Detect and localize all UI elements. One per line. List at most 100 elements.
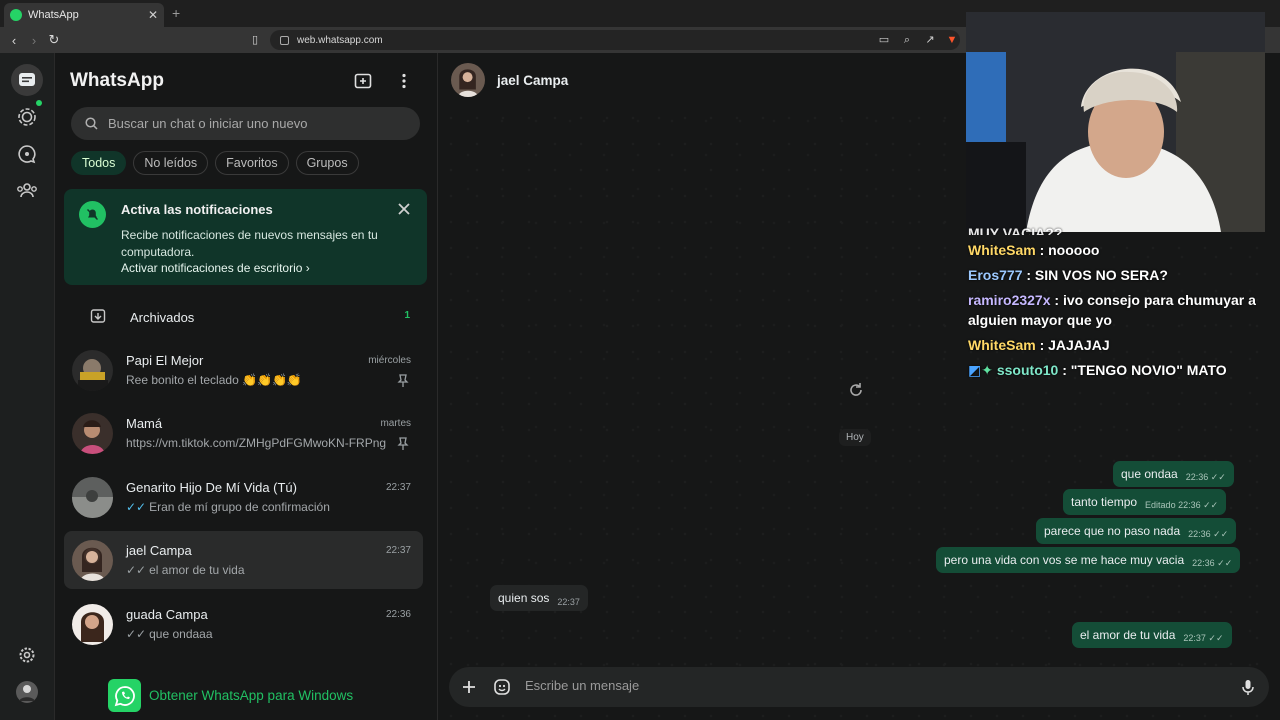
message-meta: 22:37 <box>557 596 580 607</box>
archived-row[interactable]: Archivados 1 <box>55 298 438 336</box>
avatar <box>72 413 113 454</box>
close-tab-icon[interactable]: ✕ <box>148 8 158 22</box>
browser-tab[interactable]: WhatsApp ✕ <box>4 3 164 27</box>
incoming-message[interactable]: quien sos 22:37 <box>490 585 588 611</box>
site-info-icon[interactable] <box>280 35 289 45</box>
get-windows-app-link[interactable]: Obtener WhatsApp para Windows <box>108 679 353 712</box>
new-chat-icon[interactable] <box>354 72 372 90</box>
stream-chat-user: WhiteSam <box>968 242 1036 258</box>
stream-chat-partial: MUY VACIA?? <box>968 225 1063 235</box>
enable-notifications-label: Activar notificaciones de escritorio <box>121 261 303 275</box>
chat-name: guada Campa <box>126 607 208 622</box>
refresh-icon[interactable] <box>848 382 864 398</box>
stream-chat-text: : "TENGO NOVIO" MATO <box>1058 362 1227 378</box>
archive-icon <box>90 309 106 323</box>
cast-icon[interactable]: ▭ <box>878 34 890 46</box>
channels-icon[interactable] <box>16 143 38 165</box>
chat-time: miércoles <box>368 355 411 366</box>
outgoing-message[interactable]: pero una vida con vos se me hace muy vac… <box>936 547 1241 573</box>
chat-name: Genarito Hijo De Mí Vida (Tú) <box>126 480 297 495</box>
chat-row[interactable]: Genarito Hijo De Mí Vida (Tú) 22:37 ✓✓ Er… <box>64 468 423 526</box>
stream-chat-user: WhiteSam <box>968 337 1036 353</box>
pin-icon <box>397 437 409 450</box>
back-icon[interactable]: ‹ <box>4 33 24 48</box>
sparkle-badge-icon: ✦ <box>981 362 993 378</box>
notifications-off-icon <box>79 201 106 228</box>
brave-shield-icon[interactable]: ▼ <box>946 34 958 46</box>
stream-chat-line: WhiteSam : JAJAJAJ <box>968 335 1268 355</box>
outgoing-message[interactable]: parece que no paso nada 22:36 ✓✓ <box>1036 518 1237 544</box>
outgoing-message[interactable]: tanto tiempo Editado 22:36 ✓✓ <box>1063 489 1227 515</box>
chat-preview: ✓✓ el amor de tu vida <box>126 563 386 577</box>
filter-all[interactable]: Todos <box>71 151 127 175</box>
message-meta: 22:37 ✓✓ <box>1183 633 1224 643</box>
close-icon[interactable] <box>396 201 412 217</box>
stream-chat-text: : nooooo <box>1035 242 1100 258</box>
message-text: que ondaa <box>1121 467 1178 481</box>
contact-avatar[interactable] <box>451 63 485 97</box>
chat-name: Mamá <box>126 416 163 431</box>
delivered-ticks-icon: ✓✓ <box>126 563 147 577</box>
outgoing-message[interactable]: el amor de tu vida 22:37 ✓✓ <box>1072 622 1232 648</box>
chat-preview-text: Eran de mí grupo de confirmación <box>149 500 330 514</box>
sub-badge-icon: ◩ <box>968 362 982 378</box>
stream-chat-user: ssouto10 <box>996 362 1059 378</box>
outgoing-message[interactable]: que ondaa 22:36 ✓✓ <box>1113 461 1234 487</box>
chat-row-selected[interactable]: jael Campa 22:37 ✓✓ el amor de tu vida <box>64 531 423 589</box>
stream-chat-line: WhiteSam : nooooo <box>968 240 1268 260</box>
filter-unread[interactable]: No leídos <box>133 151 209 175</box>
chat-filters: Todos No leídos Favoritos Grupos <box>71 151 359 175</box>
whatsapp-favicon-icon <box>10 9 22 21</box>
stream-chat-user: Eros777 <box>968 267 1023 283</box>
message-text: tanto tiempo <box>1071 495 1138 509</box>
chats-icon[interactable] <box>11 64 43 96</box>
url-text: web.whatsapp.com <box>297 34 383 46</box>
chat-preview: ✓✓ que ondaaa <box>126 627 386 641</box>
chat-preview: ✓✓ Eran de mí grupo de confirmación <box>126 500 386 514</box>
avatar <box>72 604 113 645</box>
chat-time: 22:36 <box>385 609 411 620</box>
message-text: parece que no paso nada <box>1044 524 1181 538</box>
message-input[interactable] <box>525 678 1125 693</box>
chevron-right-icon: › <box>305 261 310 275</box>
menu-icon[interactable] <box>395 72 413 90</box>
stream-chat-overlay: MUY VACIA?? WhiteSam : nooooo Eros777 : … <box>968 225 1268 385</box>
message-text: pero una vida con vos se me hace muy vac… <box>944 553 1185 567</box>
get-app-label: Obtener WhatsApp para Windows <box>149 688 354 703</box>
message-meta: 22:36 ✓✓ <box>1192 558 1233 568</box>
stream-chat-text: : JAJAJAJ <box>1035 337 1110 353</box>
reload-icon[interactable]: ↻ <box>44 32 64 48</box>
share-icon[interactable]: ↗ <box>924 34 936 46</box>
chat-row[interactable]: Mamá martes https://vm.tiktok.com/ZMHgPd… <box>64 404 423 462</box>
enable-notifications-link[interactable]: Activar notificaciones de escritorio › <box>121 261 310 275</box>
communities-icon[interactable] <box>16 179 38 201</box>
new-tab-icon[interactable]: + <box>172 5 180 21</box>
app-title: WhatsApp <box>70 70 164 91</box>
chat-list-panel: WhatsApp Todos No leídos Favoritos Grupo… <box>55 53 438 720</box>
settings-icon[interactable] <box>16 644 38 666</box>
microphone-icon[interactable] <box>1239 678 1257 696</box>
search-input[interactable] <box>108 116 408 131</box>
filter-favorites[interactable]: Favoritos <box>215 151 289 175</box>
chat-time: martes <box>380 418 411 429</box>
profile-avatar[interactable] <box>16 681 38 703</box>
notifications-title: Activa las notificaciones <box>121 202 273 217</box>
chat-name: jael Campa <box>126 543 192 558</box>
chat-row[interactable]: guada Campa 22:36 ✓✓ que ondaaa <box>64 595 423 653</box>
notifications-body: Recibe notificaciones de nuevos mensajes… <box>121 228 378 259</box>
bookmark-icon[interactable]: ▯ <box>249 34 261 46</box>
attach-plus-icon[interactable] <box>460 678 478 696</box>
message-meta: 22:36 ✓✓ <box>1188 529 1229 539</box>
archived-label: Archivados <box>130 310 195 325</box>
zoom-icon[interactable]: ⌕ <box>901 34 913 46</box>
chat-preview: Ree bonito el teclado 👏👏👏👏 <box>126 373 302 387</box>
chat-row[interactable]: Papi El Mejor miércoles Ree bonito el te… <box>64 341 423 399</box>
filter-groups[interactable]: Grupos <box>295 151 359 175</box>
forward-icon[interactable]: › <box>24 33 44 48</box>
avatar <box>72 477 113 518</box>
address-bar[interactable]: web.whatsapp.com <box>270 30 960 50</box>
sticker-icon[interactable] <box>493 678 511 696</box>
status-icon[interactable] <box>16 106 38 128</box>
whatsapp-logo-icon <box>108 679 141 712</box>
day-separator: Hoy <box>839 429 871 446</box>
